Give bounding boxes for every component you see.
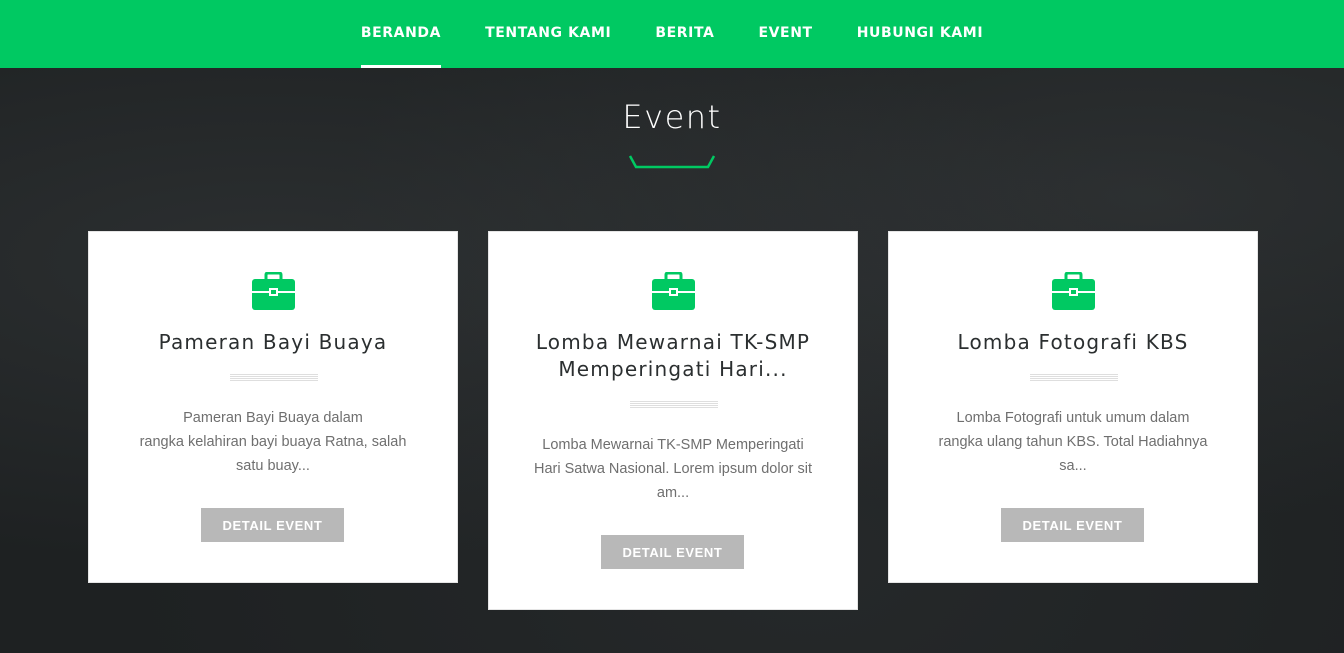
description-line: rangka kelahiran bayi buaya Ratna, salah xyxy=(139,434,407,450)
event-card: Lomba Fotografi KBS Lomba Fotografi untu… xyxy=(888,231,1258,583)
detail-event-button[interactable]: DETAIL EVENT xyxy=(601,535,744,569)
briefcase-icon xyxy=(1052,272,1095,310)
event-card: Lomba Mewarnai TK-SMP Memperingati Hari.… xyxy=(488,231,858,610)
description-line: satu buay... xyxy=(236,458,310,474)
event-description: Lomba Mewarnai TK-SMP Memperingati Hari … xyxy=(525,433,821,505)
description-line: Lomba Mewarnai TK-SMP Memperingati xyxy=(542,437,804,453)
event-card: Pameran Bayi Buaya Pameran Bayi Buaya da… xyxy=(88,231,458,583)
description-line: Pameran Bayi Buaya dalam xyxy=(183,410,363,426)
divider xyxy=(1030,374,1118,381)
event-description: Pameran Bayi Buaya dalam rangka kelahira… xyxy=(125,406,421,478)
event-title: Lomba Fotografi KBS xyxy=(957,330,1189,354)
event-title: Lomba Mewarnai TK-SMP Memperingati Hari.… xyxy=(509,329,837,383)
description-line: sa... xyxy=(1059,458,1087,474)
description-line: Lomba Fotografi untuk umum dalam xyxy=(956,410,1190,426)
description-line: am... xyxy=(656,485,690,501)
event-description: Lomba Fotografi untuk umum dalam rangka … xyxy=(925,406,1221,478)
divider xyxy=(630,401,718,408)
detail-event-button[interactable]: DETAIL EVENT xyxy=(1001,508,1144,542)
briefcase-icon xyxy=(252,272,295,310)
title-underline xyxy=(629,155,715,169)
event-title: Pameran Bayi Buaya xyxy=(158,330,388,354)
nav-item-beranda[interactable]: BERANDA xyxy=(360,0,442,68)
nav-item-berita[interactable]: BERITA xyxy=(655,0,714,68)
detail-event-button[interactable]: DETAIL EVENT xyxy=(201,508,344,542)
title-line: Lomba Mewarnai TK-SMP xyxy=(535,330,811,354)
description-line: rangka ulang tahun KBS. Total Hadiahnya xyxy=(938,434,1208,450)
nav-item-hubungi-kami[interactable]: HUBUNGI KAMI xyxy=(857,0,983,68)
title-line: Memperingati Hari... xyxy=(558,357,788,381)
description-line: Hari Satwa Nasional. Lorem ipsum dolor s… xyxy=(533,461,813,477)
section-title: Event xyxy=(622,98,722,136)
nav-item-tentang-kami[interactable]: TENTANG KAMI xyxy=(485,0,611,68)
briefcase-icon xyxy=(652,272,695,310)
divider xyxy=(230,374,318,381)
top-navbar: BERANDA TENTANG KAMI BERITA EVENT HUBUNG… xyxy=(0,0,1344,68)
nav-item-event[interactable]: EVENT xyxy=(758,0,812,68)
